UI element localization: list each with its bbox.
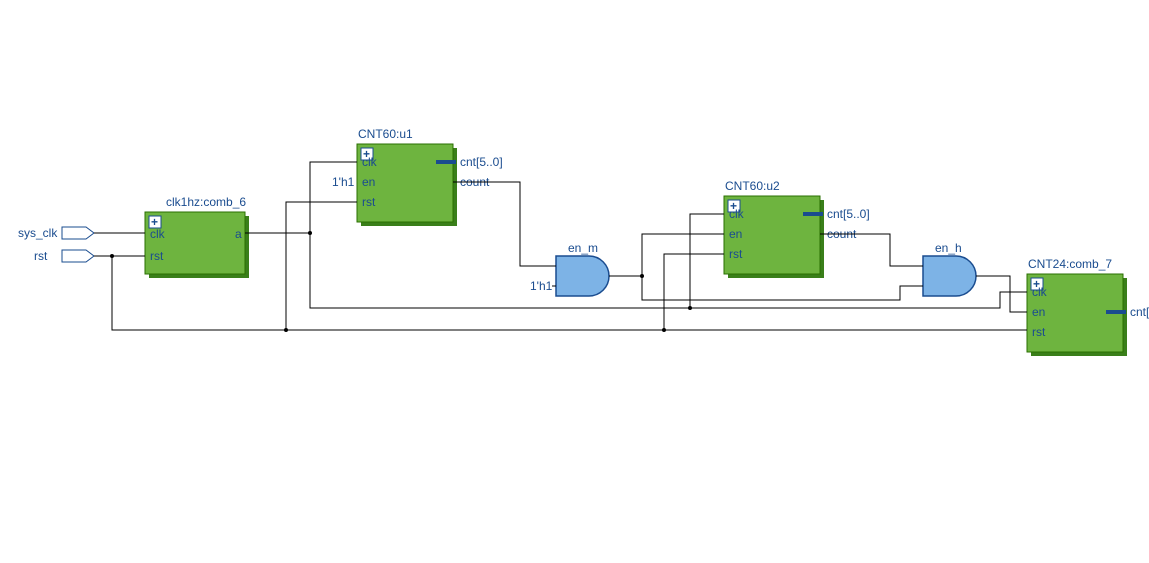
block-comb7-title: CNT24:comb_7 bbox=[1028, 257, 1112, 271]
u1-port-cnt: cnt[5..0] bbox=[460, 155, 503, 169]
block-cnt24-comb7[interactable]: CNT24:comb_7 + clk en rst cnt[4..0] bbox=[1027, 257, 1149, 356]
block-u1-title: CNT60:u1 bbox=[358, 127, 413, 141]
port-rst: rst bbox=[34, 249, 94, 263]
u2-port-cnt: cnt[5..0] bbox=[827, 207, 870, 221]
u1-port-clk: clk bbox=[362, 155, 378, 169]
gate-en-h[interactable]: en_h bbox=[923, 241, 976, 296]
port-sys-clk: sys_clk bbox=[18, 226, 94, 240]
comb6-port-rst: rst bbox=[150, 249, 164, 263]
port-rst-label: rst bbox=[34, 249, 48, 263]
u2-port-clk: clk bbox=[729, 207, 745, 221]
u1-port-en: en bbox=[362, 175, 375, 189]
comb6-port-clk: clk bbox=[150, 227, 166, 241]
u2-port-rst: rst bbox=[729, 247, 743, 261]
comb6-port-a: a bbox=[235, 227, 242, 241]
gate-en-h-label: en_h bbox=[935, 241, 962, 255]
port-sys-clk-label: sys_clk bbox=[18, 226, 58, 240]
block-u2-title: CNT60:u2 bbox=[725, 179, 780, 193]
block-cnt60-u1[interactable]: CNT60:u1 + clk en rst cnt[5..0] count bbox=[357, 127, 503, 226]
u2-port-en: en bbox=[729, 227, 742, 241]
block-clk1hz-comb6[interactable]: clk1hz:comb_6 + clk rst a bbox=[145, 195, 249, 278]
comb7-port-en: en bbox=[1032, 305, 1045, 319]
comb7-port-cnt: cnt[4..0] bbox=[1130, 305, 1149, 319]
comb7-port-rst: rst bbox=[1032, 325, 1046, 339]
u1-port-rst: rst bbox=[362, 195, 376, 209]
block-comb6-title: clk1hz:comb_6 bbox=[166, 195, 246, 209]
gate-en-m[interactable]: en_m bbox=[556, 241, 609, 296]
gate-en-m-label: en_m bbox=[568, 241, 598, 255]
const-1h1-u1: 1'h1 bbox=[332, 175, 355, 189]
comb7-port-clk: clk bbox=[1032, 285, 1048, 299]
block-cnt60-u2[interactable]: CNT60:u2 + clk en rst cnt[5..0] count bbox=[724, 179, 870, 278]
const-1h1-enm: 1'h1 bbox=[530, 279, 553, 293]
